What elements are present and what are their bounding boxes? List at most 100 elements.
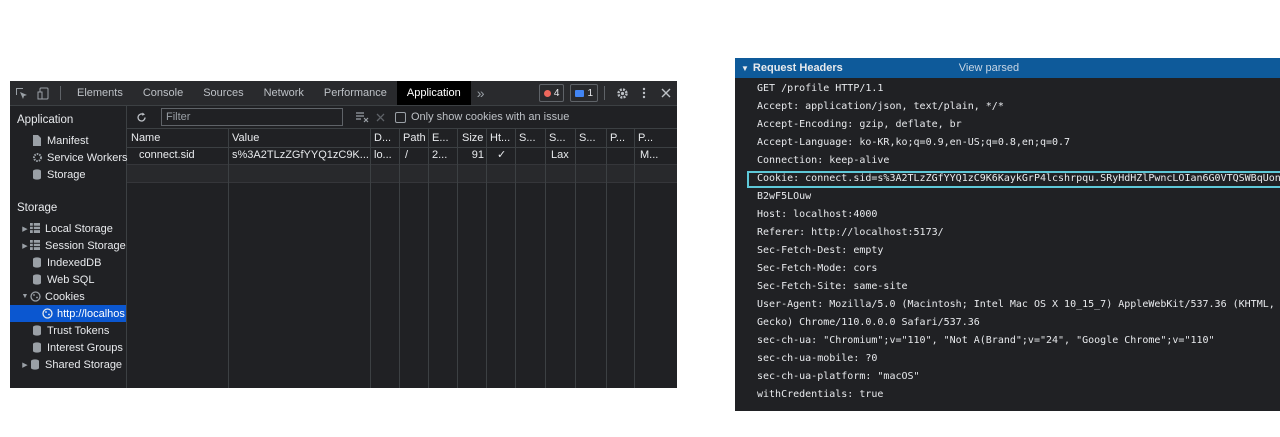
sidebar-item-web-sql[interactable]: Web SQL	[10, 271, 126, 288]
column-divider[interactable]	[370, 129, 371, 388]
column-divider[interactable]	[399, 129, 400, 388]
cookie-priority-cell[interactable]: M...	[640, 147, 670, 164]
column-divider[interactable]	[545, 129, 546, 388]
header-line: sec-ch-ua-mobile: ?0	[757, 353, 878, 364]
close-icon[interactable]	[655, 81, 677, 105]
toolbar-divider	[60, 86, 61, 100]
column-header-sameparty[interactable]: S...	[579, 129, 603, 147]
tab-performance[interactable]: Performance	[314, 81, 397, 105]
cookie-value-cell[interactable]: s%3A2TLzZGfYYQ1zC9K...	[232, 147, 368, 164]
gear-icon[interactable]	[611, 81, 633, 105]
sidebar-item-local-storage[interactable]: ▶ Local Storage	[10, 220, 126, 237]
inspect-element-icon[interactable]	[10, 81, 32, 105]
cookie-size-cell[interactable]: 91	[462, 147, 484, 164]
grid-icon	[30, 223, 40, 234]
error-count-badge[interactable]: 4	[538, 84, 565, 102]
sidebar-item-storage[interactable]: Storage	[10, 166, 126, 183]
sidebar-item-trust-tokens[interactable]: Trust Tokens	[10, 322, 126, 339]
cookie-samesite-cell[interactable]: Lax	[551, 147, 573, 164]
expand-arrow-icon[interactable]: ▶	[20, 361, 30, 369]
cookie-name-cell[interactable]: connect.sid	[139, 147, 227, 164]
file-icon	[32, 135, 42, 146]
cookie-expires-cell[interactable]: 2...	[432, 147, 456, 164]
column-header-path[interactable]: Path	[403, 129, 427, 147]
column-divider[interactable]	[457, 129, 458, 388]
cookie-domain-cell[interactable]: lo...	[374, 147, 398, 164]
column-header-secure[interactable]: S...	[519, 129, 543, 147]
filter-input[interactable]	[161, 108, 343, 126]
message-count-badge[interactable]: 1	[570, 84, 598, 102]
sidebar-item-label: Web SQL	[47, 273, 95, 286]
message-count: 1	[587, 87, 593, 99]
sidebar-item-label: Local Storage	[45, 222, 113, 235]
sidebar-item-label: Service Workers	[47, 151, 128, 164]
column-header-expires[interactable]: E...	[432, 129, 456, 147]
sidebar-item-indexeddb[interactable]: IndexedDB	[10, 254, 126, 271]
column-header-priority[interactable]: P...	[638, 129, 668, 147]
column-header-name[interactable]: Name	[131, 129, 226, 147]
column-header-value[interactable]: Value	[232, 129, 368, 147]
database-icon	[32, 169, 42, 180]
column-divider[interactable]	[575, 129, 576, 388]
only-issues-label: Only show cookies with an issue	[411, 111, 570, 123]
gear-icon	[32, 152, 42, 163]
delete-all-icon[interactable]	[371, 105, 389, 129]
cookie-header-line[interactable]: Cookie: connect.sid=s%3A2TLzZGfYYQ1zC9K6…	[757, 173, 1280, 184]
view-parsed-toggle[interactable]: View parsed	[959, 62, 1019, 74]
cookie-secure-cell[interactable]	[519, 147, 543, 164]
cookies-table: Name Value D... Path E... Size Ht... S..…	[127, 129, 677, 388]
clear-filtered-icon[interactable]	[353, 105, 371, 129]
header-line: User-Agent: Mozilla/5.0 (Macintosh; Inte…	[757, 299, 1280, 310]
cookie-path-cell[interactable]: /	[405, 147, 427, 164]
column-divider[interactable]	[428, 129, 429, 388]
message-icon	[575, 89, 585, 97]
cookie-partition-cell[interactable]	[610, 147, 632, 164]
sidebar-item-interest-groups[interactable]: Interest Groups	[10, 339, 126, 356]
column-divider[interactable]	[606, 129, 607, 388]
expand-arrow-icon[interactable]: ▶	[20, 225, 30, 233]
collapse-arrow-icon[interactable]: ▼	[20, 293, 30, 300]
grid-icon	[30, 240, 40, 251]
cookie-httponly-cell[interactable]: ✓	[497, 147, 513, 164]
column-header-domain[interactable]: D...	[374, 129, 398, 147]
only-issues-checkbox[interactable]	[395, 111, 406, 123]
column-divider[interactable]	[486, 129, 487, 388]
cookie-sameparty-cell[interactable]	[579, 147, 603, 164]
refresh-icon[interactable]	[133, 105, 149, 129]
tab-sources[interactable]: Sources	[193, 81, 253, 105]
sidebar-item-service-workers[interactable]: Service Workers	[10, 149, 128, 166]
tab-network[interactable]: Network	[254, 81, 314, 105]
request-headers-section-header[interactable]: ▼ Request Headers View parsed	[735, 58, 1280, 78]
section-title: Request Headers	[752, 62, 843, 74]
sidebar-item-cookie-origin[interactable]: http://localhos	[10, 305, 126, 322]
tab-application[interactable]: Application	[396, 81, 471, 105]
sidebar-item-session-storage[interactable]: ▶ Session Storage	[10, 237, 126, 254]
header-line: withCredentials: true	[757, 389, 884, 400]
cookie-filter-bar: Only show cookies with an issue	[127, 106, 677, 129]
more-tabs-button[interactable]: »	[471, 81, 491, 105]
sidebar-item-label: Storage	[47, 168, 86, 181]
header-line: sec-ch-ua-platform: "macOS"	[757, 371, 920, 382]
column-divider[interactable]	[515, 129, 516, 388]
column-divider[interactable]	[634, 129, 635, 388]
sidebar-header-application: Application	[17, 114, 74, 126]
sidebar-item-manifest[interactable]: Manifest	[10, 132, 126, 149]
sidebar-item-cookies[interactable]: ▼ Cookies	[10, 288, 126, 305]
kebab-menu-icon[interactable]	[633, 81, 655, 105]
collapse-arrow-icon[interactable]: ▼	[741, 64, 749, 73]
column-header-partition-key[interactable]: P...	[610, 129, 632, 147]
device-toolbar-icon[interactable]	[32, 81, 54, 105]
column-header-httponly[interactable]: Ht...	[490, 129, 514, 147]
column-divider[interactable]	[228, 129, 229, 388]
database-icon	[30, 359, 40, 370]
tab-console[interactable]: Console	[133, 81, 193, 105]
empty-row	[127, 165, 677, 182]
sidebar-item-shared-storage[interactable]: ▶ Shared Storage	[10, 356, 126, 373]
header-line: Sec-Fetch-Mode: cors	[757, 263, 878, 274]
column-header-size[interactable]: Size	[462, 129, 486, 147]
header-line: Connection: keep-alive	[757, 155, 890, 166]
sidebar-item-label: Interest Groups	[47, 341, 123, 354]
tab-elements[interactable]: Elements	[67, 81, 133, 105]
expand-arrow-icon[interactable]: ▶	[20, 242, 30, 250]
column-header-samesite[interactable]: S...	[549, 129, 573, 147]
